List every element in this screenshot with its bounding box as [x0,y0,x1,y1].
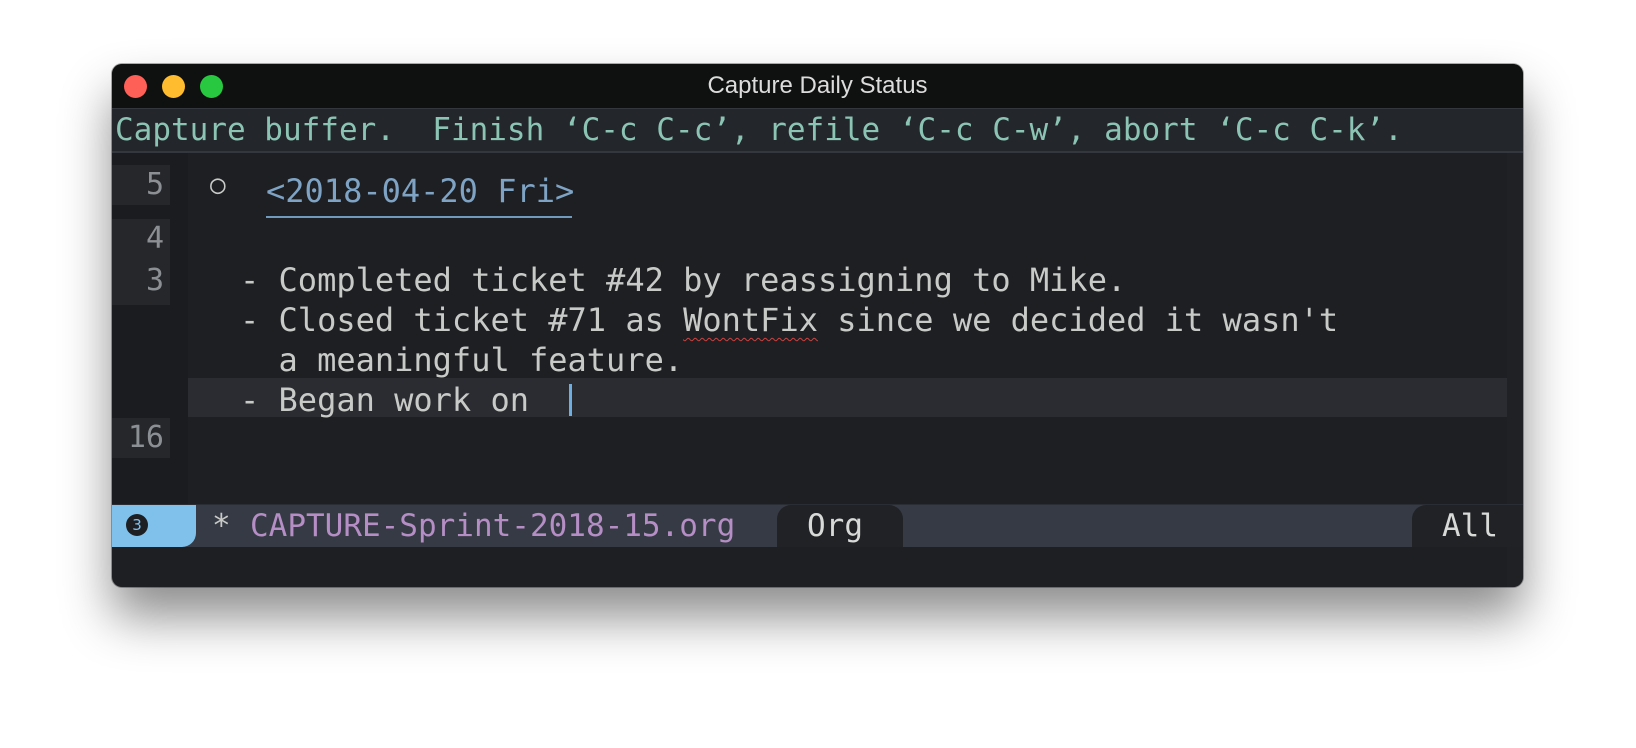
list-item[interactable]: - Completed ticket #42 by reassigning to… [240,260,1126,300]
modified-indicator: * [212,508,231,544]
heading-date[interactable]: <2018-04-20 Fri> [266,171,574,211]
window-title: Capture Daily Status [707,72,928,99]
buffer-name[interactable]: CAPTURE-Sprint-2018-15.org [250,505,735,547]
mode-line: 3 * CAPTURE-Sprint-2018-15.org Org All [112,504,1523,547]
text-cursor [569,384,572,416]
line-number: 3 [145,263,164,298]
emacs-window: Capture Daily Status Capture buffer. Fin… [112,64,1523,587]
list-item[interactable]: - Closed ticket #71 as WontFix since we … [240,300,1338,340]
major-mode-tab[interactable]: Org [777,505,903,547]
line-number-gutter: 5 4 3 16 [112,153,188,504]
list-item[interactable]: - Began work on [240,380,548,420]
window-number-badge: 3 [112,505,196,547]
echo-message: Capture buffer. Finish ‘C-c C-c’, refile… [115,112,1403,148]
date-underline [266,216,572,218]
title-bar: Capture Daily Status [112,64,1523,108]
echo-area: Capture buffer. Finish ‘C-c C-c’, refile… [112,108,1523,153]
line-number: 16 [127,420,164,455]
heading-bullet: ○ [210,170,226,200]
list-item-continuation[interactable]: a meaningful feature. [240,340,684,380]
misspelled-word[interactable]: WontFix [683,301,818,339]
position-tab: All [1412,505,1523,547]
line-number: 5 [145,167,164,202]
line-number: 4 [145,221,164,256]
